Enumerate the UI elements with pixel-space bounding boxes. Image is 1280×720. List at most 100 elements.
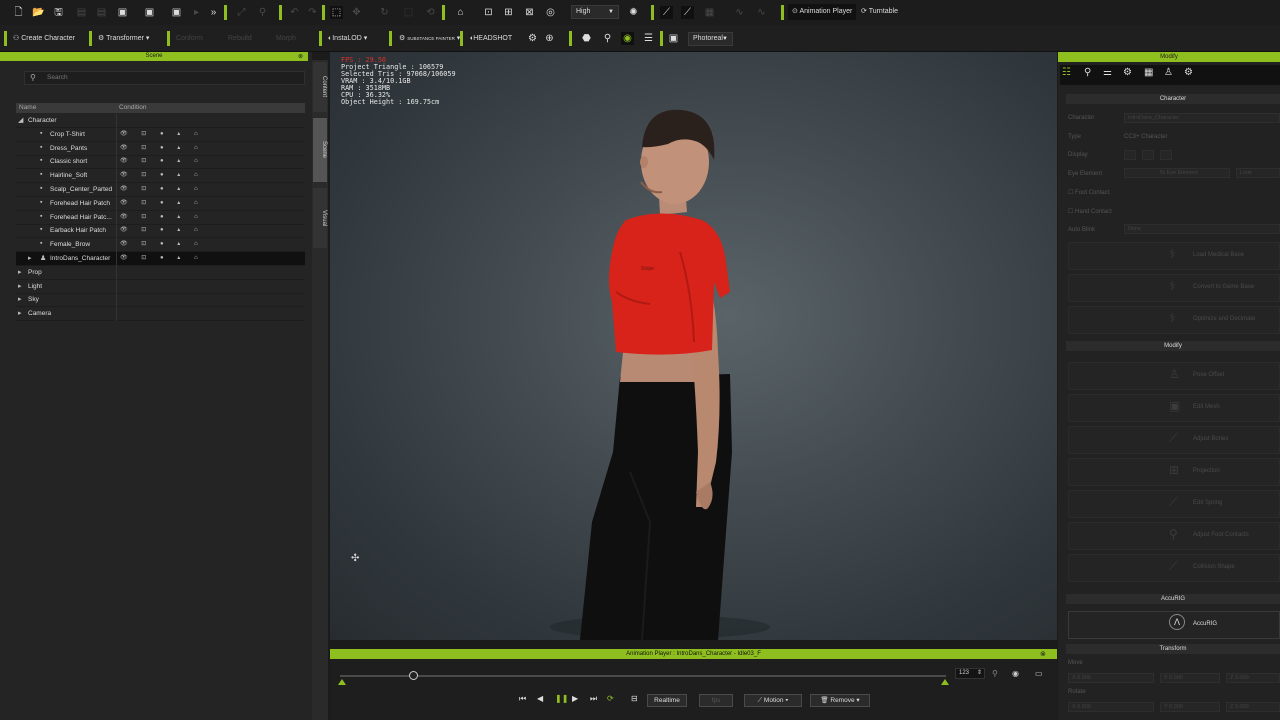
mocap-icon[interactable]: ▦ [703,6,716,19]
turntable-button[interactable]: ⟳ Turntable [861,4,898,20]
hand-contact-checkbox[interactable]: ☐ Hand Contact [1068,208,1112,215]
column-name[interactable]: Name [19,104,36,111]
frame-all-icon[interactable]: ⊞ [502,6,515,19]
substance-button[interactable]: ⚙ SUBSTANCE PAINTER ▾ [399,31,460,47]
search-input[interactable]: ⚲ Search [24,71,305,85]
visibility-lock-icons[interactable]: 👁 ⊡ ● ▴ ⌂ [120,254,204,261]
tree-item[interactable]: ▪ Hairline_Soft 👁 ⊡ ● ▴ ⌂ [16,169,305,184]
frame-field[interactable]: 123 ⇕ [955,668,985,679]
instalod-button[interactable]: ◐InstaLOD ▾ [328,31,367,47]
conform-button[interactable]: Conform [176,31,203,47]
tab-content[interactable]: Content [313,62,327,112]
section-character[interactable]: Character [1066,94,1280,104]
timeline-thumb[interactable] [408,671,418,680]
animation-player-button[interactable]: ⊙ Animation Player [788,4,857,20]
tab-visual[interactable]: Visual [313,188,327,248]
undo-icon[interactable]: ↶ [288,6,301,19]
physics-icon[interactable]: ♙ [1164,67,1173,78]
loop-icon[interactable]: ⟳ [607,694,614,703]
panel-close-icon[interactable]: ⊗ [298,53,303,60]
move-icon[interactable]: ✥ [350,6,363,19]
sliders-icon[interactable]: ☷ [1062,67,1071,78]
reset-icon[interactable]: ⟲ [424,6,437,19]
rebuild-button[interactable]: Rebuild [228,31,252,47]
foot-contact-checkbox[interactable]: ☐ Foot Contact [1068,189,1109,196]
light-icon[interactable]: ◎ [544,6,557,19]
look-button[interactable]: Look [1236,168,1280,178]
rotate-z-field[interactable]: Z 0.000 [1226,702,1280,712]
headshot-button[interactable]: ◖HEADSHOT [469,31,512,47]
quality-select[interactable]: High ▼ [571,5,619,19]
pin-icon[interactable]: ⚲ [256,6,269,19]
transformer-button[interactable]: ⚙ Transformer ▾ [98,31,149,47]
remove-button[interactable]: 🗑 Remove ▾ [810,694,870,707]
visibility-lock-icons[interactable]: 👁 ⊡ ● ▴ ⌂ [120,157,204,164]
settings-sliders-icon[interactable]: ☰ [642,32,655,45]
column-condition[interactable]: Condition [119,104,146,111]
fps-select[interactable]: fps [699,694,733,707]
visibility-lock-icons[interactable]: 👁 ⊡ ● ▴ ⌂ [120,213,204,220]
display-mode-3[interactable] [1160,150,1172,160]
tree-item[interactable]: ▸ Prop [16,265,305,280]
tree-item[interactable]: ▪ Classic short 👁 ⊡ ● ▴ ⌂ [16,155,305,170]
adjust-icon[interactable]: ⚌ [1103,67,1112,78]
3d-viewport[interactable]: Stripe [330,52,1057,640]
import-icon[interactable]: ▤ [95,6,108,19]
range-icon[interactable]: ⊟ [631,694,638,703]
tree-item[interactable]: ▪ Forehead Hair Patc... 👁 ⊡ ● ▴ ⌂ [16,210,305,225]
key-icon[interactable]: ∿ [755,6,768,19]
tree-item[interactable]: ▪ Female_Brow 👁 ⊡ ● ▴ ⌂ [16,238,305,253]
target-icon[interactable]: ◉ [621,32,634,45]
render-select[interactable]: Photoreal ▼ [688,32,733,46]
tab-scene[interactable]: Scene [313,118,327,182]
visibility-lock-icons[interactable]: 👁 ⊡ ● ▴ ⌂ [120,130,204,137]
character-field[interactable]: IntroDans_Character [1124,113,1280,123]
display-mode-2[interactable] [1142,150,1154,160]
load-icon[interactable]: ▣ [116,6,129,19]
home-camera-icon[interactable]: ⌂ [454,6,467,19]
move-z-field[interactable]: Z 0.000 [1226,673,1280,683]
auto-blink-select[interactable]: None [1124,224,1280,234]
redo-icon[interactable]: ↷ [306,6,319,19]
save-icon[interactable]: 🖫 [52,6,65,19]
frame-selected-icon[interactable]: ⊡ [482,6,495,19]
convert-game-button[interactable]: ⚕ Convert to Game Base [1068,274,1280,302]
curve-icon[interactable]: ∿ [733,6,746,19]
visibility-lock-icons[interactable]: 👁 ⊡ ● ▴ ⌂ [120,144,204,151]
edit-mesh-button[interactable]: ▣ Edit Mesh [1068,394,1280,422]
visibility-lock-icons[interactable]: 👁 ⊡ ● ▴ ⌂ [120,171,204,178]
render-mode-icon[interactable]: ▣ [667,32,680,45]
pose-offset-button[interactable]: ♙ Pose Offset [1068,362,1280,390]
forward-icon[interactable]: ▸ [190,6,203,19]
load-medical-button[interactable]: ⚕ Load Medical Base [1068,242,1280,270]
export-icon[interactable]: ▤ [75,6,88,19]
tree-item[interactable]: ▪ Earback Hair Patch 👁 ⊡ ● ▴ ⌂ [16,224,305,239]
visibility-lock-icons[interactable]: 👁 ⊡ ● ▴ ⌂ [120,240,204,247]
panel-close-icon[interactable]: ⊗ [1040,650,1046,658]
collapse-arrow-icon[interactable]: ▸ [18,295,22,303]
tree-item[interactable]: ▸ Camera [16,307,305,322]
rotate-icon[interactable]: ↻ [378,6,391,19]
tree-item[interactable]: ▸ Light [16,279,305,294]
more-icon[interactable]: » [207,6,220,19]
foot-contacts-button[interactable]: ⚲ Adjust Foot Contacts [1068,522,1280,550]
camera-follow-icon[interactable]: ◉ [1012,669,1019,678]
sun-icon[interactable]: ✺ [627,6,640,19]
collapse-arrow-icon[interactable]: ▸ [18,268,22,276]
tree-item[interactable]: ▸ ♟ IntroDans_Character 👁 ⊡ ● ▴ ⌂ [16,252,305,266]
display-mode-1[interactable] [1124,150,1136,160]
send-icon[interactable]: ▣ [170,6,183,19]
visibility-lock-icons[interactable]: 👁 ⊡ ● ▴ ⌂ [120,199,204,206]
mic-icon[interactable]: ⊕ [543,32,556,45]
move-x-field[interactable]: X 0.000 [1068,673,1154,683]
start-marker[interactable] [338,679,346,685]
end-marker[interactable] [941,679,949,685]
section-accurig[interactable]: AccuRIG [1066,594,1280,604]
timeline-track[interactable] [340,675,946,677]
motion-button[interactable]: ⟋ Motion ▾ [744,694,802,707]
figure-icon[interactable]: ⚲ [1084,67,1091,78]
collapse-arrow-icon[interactable]: ▸ [28,254,32,262]
scale-tool-icon[interactable]: ⬚ [402,6,415,19]
tree-item[interactable]: ▸ Sky [16,293,305,308]
pose-icon[interactable]: ⟋ [660,6,673,19]
